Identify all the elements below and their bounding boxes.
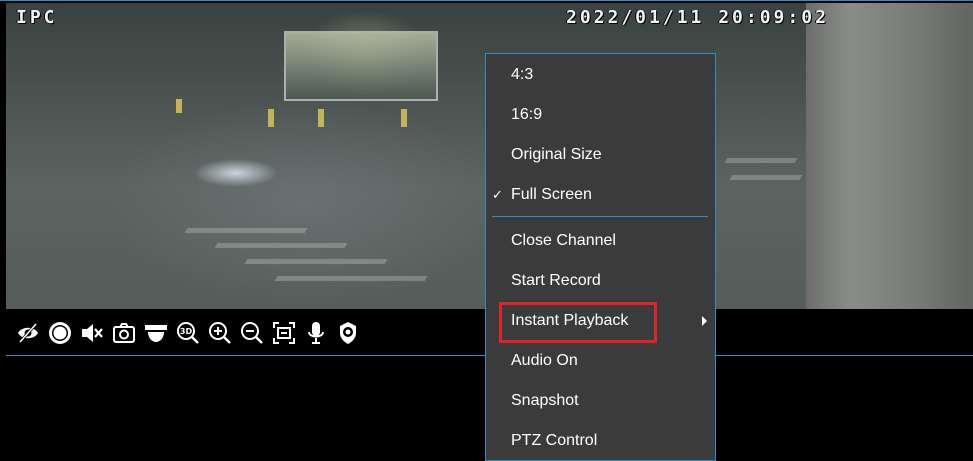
menu-item-audio-on[interactable]: Audio On — [486, 342, 715, 380]
menu-separator — [492, 216, 708, 217]
menu-item-label: Start Record — [511, 272, 601, 289]
mute-icon[interactable] — [80, 321, 104, 345]
fit-screen-icon[interactable] — [272, 321, 296, 345]
menu-item-4-3[interactable]: 4:3 — [486, 56, 715, 94]
check-icon: ✓ — [492, 187, 503, 202]
crosswalk-stripe — [184, 228, 308, 233]
menu-item-16-9[interactable]: 16:9 — [486, 96, 715, 134]
dome-camera-icon[interactable] — [144, 321, 168, 345]
menu-item-label: Original Size — [511, 146, 602, 163]
context-menu: 4:3 16:9 Original Size ✓ Full Screen Clo… — [485, 53, 716, 461]
menu-item-full-screen[interactable]: ✓ Full Screen — [486, 176, 715, 214]
menu-item-ptz-control[interactable]: PTZ Control — [486, 422, 715, 460]
crosswalk-stripe — [244, 259, 388, 264]
ptz-icon[interactable] — [336, 321, 360, 345]
crosswalk-stripe — [724, 158, 798, 163]
record-icon[interactable] — [48, 321, 72, 345]
menu-item-instant-playback[interactable]: Instant Playback — [486, 302, 715, 340]
microphone-icon[interactable] — [304, 321, 328, 345]
snapshot-icon[interactable] — [112, 321, 136, 345]
menu-item-original-size[interactable]: Original Size — [486, 136, 715, 174]
bollard — [176, 99, 182, 113]
video-storefront — [284, 31, 438, 101]
bollard — [401, 109, 407, 127]
menu-item-label: Close Channel — [511, 232, 616, 249]
menu-item-close-channel[interactable]: Close Channel — [486, 222, 715, 260]
crosswalk-stripe — [214, 243, 348, 248]
camera-name-osd: IPC — [16, 7, 58, 28]
bollard — [268, 109, 274, 127]
menu-item-label: Audio On — [511, 352, 578, 369]
camera-datetime-osd: 2022/01/11 20:09:02 — [566, 7, 829, 28]
zoom-in-icon[interactable] — [208, 321, 232, 345]
menu-item-label: 16:9 — [511, 106, 543, 123]
zoom-out-icon[interactable] — [240, 321, 264, 345]
channel-toolbar: 3D — [6, 310, 486, 356]
3d-zoom-icon[interactable]: 3D — [176, 321, 200, 345]
svg-text:3D: 3D — [180, 327, 193, 336]
menu-item-snapshot[interactable]: Snapshot — [486, 382, 715, 420]
menu-item-label: 4:3 — [511, 66, 534, 83]
menu-item-label: Full Screen — [511, 186, 592, 203]
crosswalk-stripe — [729, 175, 803, 180]
video-pillar — [806, 3, 973, 309]
hide-icon[interactable] — [16, 321, 40, 345]
crosswalk-stripe — [274, 276, 428, 281]
submenu-arrow-icon — [702, 316, 707, 326]
menu-item-label: Snapshot — [511, 392, 579, 409]
menu-item-label: Instant Playback — [511, 312, 629, 329]
video-viewer: IPC 2022/01/11 20:09:02 3D 4:3 16:9 Orig… — [0, 0, 973, 461]
menu-item-label: PTZ Control — [511, 432, 598, 449]
bollard — [318, 109, 324, 127]
menu-item-start-record[interactable]: Start Record — [486, 262, 715, 300]
